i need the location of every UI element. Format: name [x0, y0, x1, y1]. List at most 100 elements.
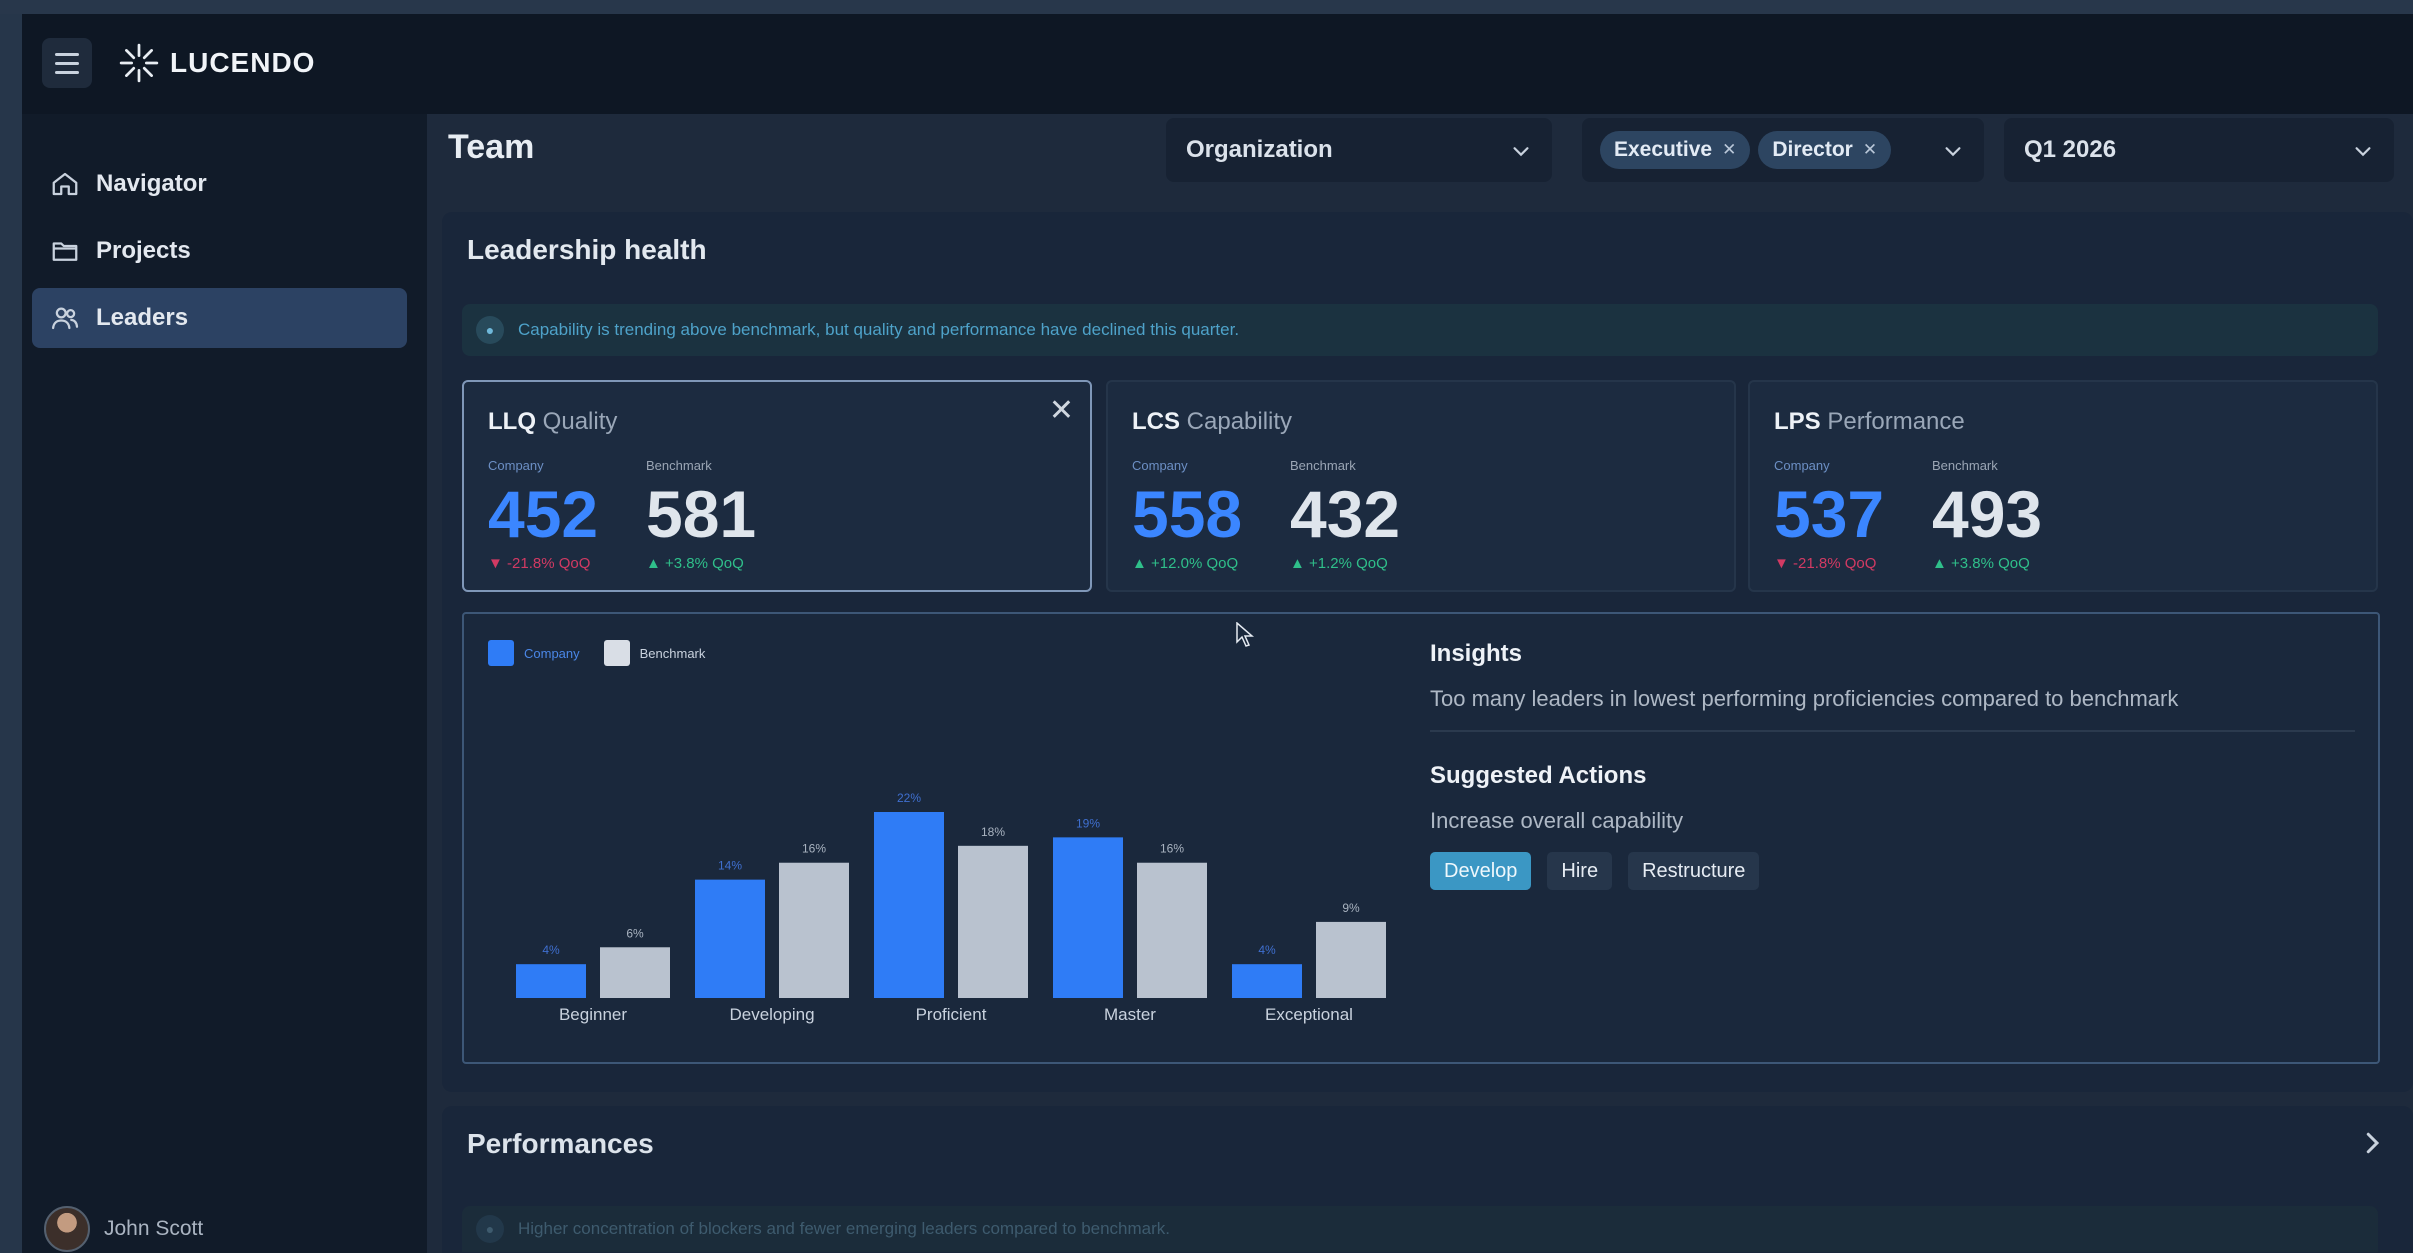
- insights-title: Insights: [1430, 640, 1523, 667]
- sparkle-logo-icon: [119, 43, 159, 83]
- performances-banner: ● Higher concentration of blockers and f…: [462, 1206, 2378, 1252]
- company-score: Company 558 ▲ +12.0% QoQ: [1132, 458, 1242, 572]
- home-icon: [52, 172, 78, 196]
- window-top-strip: [0, 0, 2413, 14]
- data-label: 18%: [981, 825, 1005, 839]
- benchmark-value: 432: [1290, 477, 1401, 551]
- lightbulb-icon: ●: [476, 316, 504, 344]
- page-title: Team: [448, 128, 535, 166]
- chevron-right-icon[interactable]: [2357, 1128, 2387, 1158]
- leadership-health-card: Leadership health ● Capability is trendi…: [442, 212, 2413, 1092]
- company-delta: ▼ -21.8% QoQ: [488, 555, 591, 572]
- user-profile[interactable]: John Scott: [44, 1206, 203, 1252]
- info-banner: ● Capability is trending above benchmark…: [462, 304, 2378, 356]
- sidebar-item-label: Projects: [96, 237, 191, 264]
- chip-label: Executive: [1614, 138, 1713, 161]
- benchmark-label: Benchmark: [1290, 458, 1356, 473]
- filter-chip-executive[interactable]: Executive ✕: [1600, 131, 1751, 169]
- menu-icon[interactable]: [42, 38, 92, 88]
- filter-chip-director[interactable]: Director ✕: [1758, 131, 1892, 169]
- user-name: John Scott: [104, 1217, 204, 1240]
- info-banner-text: Capability is trending above benchmark, …: [518, 320, 1240, 339]
- bar-benchmark-proficient: [958, 845, 1028, 998]
- benchmark-value: 493: [1932, 477, 2043, 551]
- organization-select[interactable]: Organization: [1166, 118, 1552, 182]
- hire-button[interactable]: Hire: [1547, 852, 1613, 890]
- period-select[interactable]: Q1 2026: [2004, 118, 2394, 182]
- data-label: 4%: [542, 943, 560, 957]
- company-value: 452: [488, 477, 599, 551]
- data-label: 16%: [802, 842, 826, 856]
- develop-button[interactable]: Develop: [1430, 852, 1532, 890]
- data-label: 6%: [626, 926, 644, 940]
- sidebar-item-leaders[interactable]: Leaders: [32, 288, 407, 348]
- chart-legend: Company Benchmark: [488, 640, 705, 666]
- window-left-strip: [0, 14, 22, 1253]
- sidebar-item-navigator[interactable]: Navigator: [32, 154, 407, 214]
- company-label: Company: [488, 458, 544, 473]
- metric-title: LLQ Quality: [488, 408, 618, 435]
- performances-title: Performances: [467, 1128, 654, 1159]
- bar-company-developing: [695, 879, 765, 998]
- benchmark-score: Benchmark 432 ▲ +1.2% QoQ: [1290, 458, 1400, 572]
- suggested-actions-title: Suggested Actions: [1430, 762, 1647, 789]
- app-logo: LUCENDO: [118, 42, 315, 84]
- legend-label-company: Company: [524, 645, 580, 661]
- sidebar-nav: Navigator Projects Leaders: [32, 154, 407, 355]
- close-icon[interactable]: ✕: [1722, 140, 1736, 160]
- mouse-cursor-icon: [1236, 622, 1254, 647]
- chevron-down-icon: [2355, 147, 2371, 157]
- performances-card[interactable]: Performances ● Higher concentration of b…: [442, 1106, 2413, 1253]
- organization-select-value: Organization: [1186, 136, 1333, 163]
- benchmark-label: Benchmark: [646, 458, 712, 473]
- chevron-down-icon: [1513, 147, 1529, 157]
- close-icon[interactable]: ✕: [1049, 396, 1074, 426]
- metric-card-llq[interactable]: LLQ Quality ✕ Company 452 ▼ -21.8% QoQ B…: [462, 380, 1092, 592]
- bar-benchmark-developing: [779, 862, 849, 998]
- metric-card-lcs[interactable]: LCS Capability Company 558 ▲ +12.0% QoQ …: [1106, 380, 1736, 592]
- company-delta: ▲ +12.0% QoQ: [1132, 555, 1239, 572]
- chevron-down-icon: [1945, 147, 1961, 157]
- x-tick-label: Exceptional: [1265, 1005, 1353, 1024]
- bar-company-master: [1053, 837, 1123, 998]
- app-name: LUCENDO: [170, 47, 316, 78]
- company-score: Company 537 ▼ -21.8% QoQ: [1774, 458, 1884, 572]
- benchmark-delta: ▲ +3.8% QoQ: [646, 555, 744, 572]
- metric-card-lps[interactable]: LPS Performance Company 537 ▼ -21.8% QoQ…: [1748, 380, 2378, 592]
- company-label: Company: [1132, 458, 1188, 473]
- close-icon[interactable]: ✕: [1863, 140, 1877, 160]
- x-tick-label: Master: [1104, 1005, 1156, 1024]
- x-tick-label: Developing: [729, 1005, 814, 1024]
- action-buttons: Develop Hire Restructure: [1430, 852, 2350, 890]
- bar-benchmark-beginner: [600, 947, 670, 998]
- metric-title: LPS Performance: [1774, 408, 1965, 435]
- sidebar-item-label: Leaders: [96, 304, 189, 331]
- benchmark-delta: ▲ +3.8% QoQ: [1932, 555, 2030, 572]
- company-delta: ▼ -21.8% QoQ: [1774, 555, 1877, 572]
- legend-swatch-company: [488, 640, 514, 666]
- restructure-button[interactable]: Restructure: [1628, 852, 1760, 890]
- data-label: 22%: [897, 791, 921, 805]
- benchmark-score: Benchmark 493 ▲ +3.8% QoQ: [1932, 458, 2042, 572]
- company-value: 558: [1132, 477, 1243, 551]
- proficiency-chart-panel: 4% 6% Beginner 14% 16% Developing 22% 18% Profic…: [462, 612, 2380, 1064]
- sidebar-item-projects[interactable]: Projects: [32, 221, 407, 281]
- bar-company-beginner: [516, 964, 586, 998]
- divider: [1430, 730, 2355, 732]
- role-filter-select[interactable]: Executive ✕ Director ✕: [1582, 118, 1984, 182]
- bar-company-exceptional: [1232, 964, 1302, 998]
- top-bar: LUCENDO: [22, 14, 2413, 114]
- insights-text: Too many leaders in lowest performing pr…: [1430, 686, 2179, 711]
- users-icon: [52, 307, 79, 330]
- benchmark-value: 581: [646, 477, 757, 551]
- leadership-health-title: Leadership health: [467, 234, 707, 265]
- insights-panel: Insights Too many leaders in lowest perf…: [1430, 640, 2355, 890]
- chip-label: Director: [1772, 138, 1853, 161]
- data-label: 14%: [718, 859, 742, 873]
- data-label: 9%: [1342, 901, 1360, 915]
- bar-benchmark-master: [1137, 862, 1207, 998]
- sidebar-item-label: Navigator: [96, 170, 207, 197]
- data-label: 19%: [1076, 816, 1100, 830]
- bar-company-proficient: [874, 812, 944, 998]
- company-score: Company 452 ▼ -21.8% QoQ: [488, 458, 598, 572]
